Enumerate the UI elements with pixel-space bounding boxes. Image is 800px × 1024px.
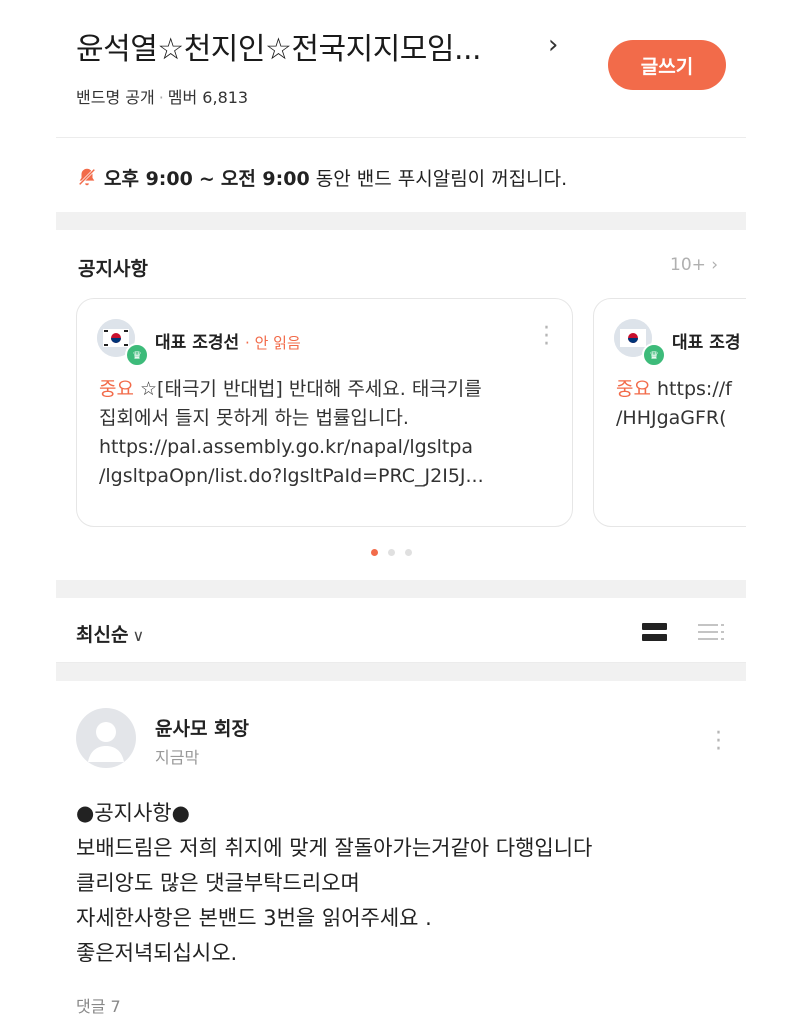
post-author[interactable]: 윤사모 회장: [155, 714, 249, 741]
post-line: 클리앙도 많은 댓글부탁드리오며: [76, 871, 360, 895]
band-meta: 밴드명 공개 · 멤버 6,813: [76, 84, 248, 108]
notice-card[interactable]: ♛ 대표 조경 중요 https://f /HHJgaGFR(: [593, 298, 746, 527]
chevron-right-icon[interactable]: ›: [548, 30, 558, 60]
more-icon[interactable]: · · ·: [715, 723, 722, 761]
notif-end: 오전 9:00: [220, 168, 310, 190]
section-separator: [56, 663, 746, 681]
more-icon[interactable]: · · ·: [543, 318, 550, 356]
notice-author: 대표 조경선 · 안 읽음: [155, 328, 301, 353]
post-line: 좋은저녁되십시오.: [76, 941, 238, 965]
meta-separator: ·: [158, 88, 164, 107]
notice-line: ☆[태극기 반대법] 반대해 주세요. 태극기를: [140, 378, 482, 400]
important-tag: 중요: [99, 378, 134, 400]
chevron-right-icon: ›: [711, 255, 719, 275]
section-separator: [56, 580, 746, 598]
notices-title: 공지사항: [78, 258, 148, 280]
crown-icon: ♛: [125, 343, 149, 367]
card-view-icon[interactable]: [642, 622, 667, 642]
carousel-indicator: [371, 549, 412, 556]
author-name: 대표 조경선: [155, 333, 240, 353]
post-line: ●공지사항●: [76, 801, 190, 825]
notif-start: 오후 9:00: [104, 168, 193, 190]
unread-badge: · 안 읽음: [245, 334, 301, 352]
avatar[interactable]: [76, 708, 136, 768]
section-separator: [56, 212, 746, 230]
notif-suffix: 동안 밴드 푸시알림이 꺼집니다.: [315, 168, 568, 190]
band-type: 밴드명 공개: [76, 88, 155, 107]
notice-text: 중요 https://f /HHJgaGFR(: [616, 375, 732, 433]
crown-icon: ♛: [642, 343, 666, 367]
post-time: 지금막: [155, 748, 200, 767]
comment-count[interactable]: 댓글 7: [76, 993, 121, 1017]
notice-line: https://f: [657, 378, 732, 400]
notices-count: 10+: [670, 255, 706, 275]
notice-line: https://pal.assembly.go.kr/napal/lgsltpa: [99, 436, 474, 458]
sort-label: 최신순: [76, 624, 129, 646]
post-line: 자세한사항은 본밴드 3번을 읽어주세요 .: [76, 906, 432, 930]
page-dot: [388, 549, 395, 556]
page-dot: [371, 549, 378, 556]
notice-text: 중요 ☆[태극기 반대법] 반대해 주세요. 태극기를 집회에서 들지 못하게 …: [99, 375, 484, 491]
divider: [56, 137, 746, 138]
notice-line: 집회에서 들지 못하게 하는 법률입니다.: [99, 407, 409, 429]
sort-dropdown[interactable]: 최신순 ∨: [76, 620, 144, 647]
post-line: 보배드림은 저희 취지에 맞게 잘돌아가는거같아 다행입니다: [76, 836, 593, 860]
post-body[interactable]: ●공지사항● 보배드림은 저희 취지에 맞게 잘돌아가는거같아 다행입니다 클리…: [76, 796, 592, 971]
chevron-down-icon: ∨: [132, 626, 145, 645]
notice-line: /HHJgaGFR(: [616, 407, 727, 429]
page-dot: [405, 549, 412, 556]
notice-carousel[interactable]: ♛ 대표 조경선 · 안 읽음 · · · 중요 ☆[태극기 반대법] 반대해 주세…: [0, 290, 746, 540]
band-title[interactable]: 윤석열☆천지인☆전국지지모임...: [76, 24, 482, 68]
write-button[interactable]: 글쓰기: [608, 40, 726, 90]
push-off-notice: 오후 9:00 ~ 오전 9:00 동안 밴드 푸시알림이 꺼집니다.: [76, 164, 567, 191]
list-view-icon[interactable]: [698, 622, 724, 642]
notice-line: /lgsltpaOpn/list.do?lgsltPaId=PRC_J2I5J.…: [99, 465, 484, 487]
author-name: 대표 조경: [672, 333, 741, 353]
important-tag: 중요: [616, 378, 651, 400]
member-count: 멤버 6,813: [167, 88, 249, 107]
notif-sep: ~: [198, 168, 215, 190]
notice-card[interactable]: ♛ 대표 조경선 · 안 읽음 · · · 중요 ☆[태극기 반대법] 반대해 주세…: [76, 298, 573, 527]
default-user-icon: [88, 722, 124, 762]
bell-off-icon: [77, 167, 97, 187]
notices-more[interactable]: 10+ ›: [670, 255, 718, 275]
